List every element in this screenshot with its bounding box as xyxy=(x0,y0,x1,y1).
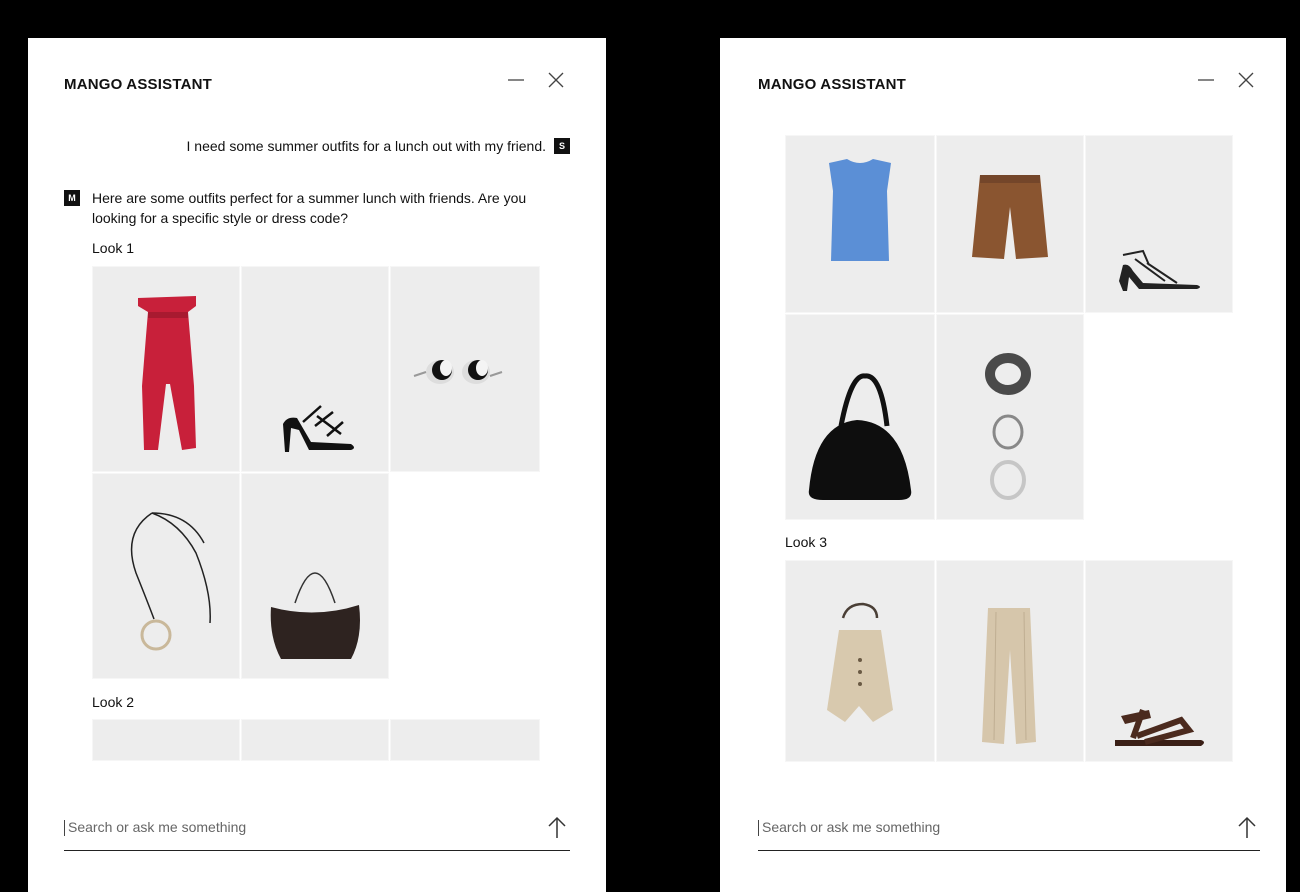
assistant-message: M Here are some outfits perfect for a su… xyxy=(64,188,534,228)
strappy-sandals-image xyxy=(1119,249,1200,291)
assistant-panel-right: MANGO ASSISTANT Look 3 Search or ask me … xyxy=(720,38,1286,892)
user-avatar: S xyxy=(554,138,570,154)
assistant-panel-left: MANGO ASSISTANT I need some summer outfi… xyxy=(28,38,606,892)
product-tile-partial[interactable] xyxy=(390,719,540,761)
product-tile-heeled-sandals[interactable] xyxy=(241,266,389,472)
arrow-up-icon xyxy=(548,816,566,838)
product-tile-blue-top[interactable] xyxy=(785,135,935,313)
necklace-image xyxy=(130,512,211,651)
look-1-label: Look 1 xyxy=(92,240,135,256)
panel-title: MANGO ASSISTANT xyxy=(64,76,212,93)
minimize-button[interactable] xyxy=(1194,68,1218,92)
product-tile-halter-waistcoat[interactable] xyxy=(785,560,935,762)
heeled-sandals-image xyxy=(283,405,354,452)
minimize-icon xyxy=(508,79,524,81)
assistant-avatar: M xyxy=(64,190,80,206)
product-tile-shoulder-bag[interactable] xyxy=(241,473,389,679)
close-icon xyxy=(1238,72,1254,88)
product-tile-bracelets[interactable] xyxy=(936,314,1084,520)
close-button[interactable] xyxy=(1234,68,1258,92)
product-tile-partial[interactable] xyxy=(241,719,389,761)
search-bar xyxy=(64,808,570,851)
minimize-icon xyxy=(1198,79,1214,81)
search-bar xyxy=(758,808,1260,851)
product-tile-necklace[interactable] xyxy=(92,473,240,679)
flat-sandals-image xyxy=(1115,708,1204,746)
product-tile-hobo-bag[interactable] xyxy=(785,314,935,520)
jumpsuit-image xyxy=(138,296,196,450)
product-tile-strappy-sandals[interactable] xyxy=(1085,135,1233,313)
product-tile-red-jumpsuit[interactable] xyxy=(92,266,240,472)
product-tile-flat-sandals[interactable] xyxy=(1085,560,1233,762)
product-tile-earrings[interactable] xyxy=(390,266,540,472)
blue-top-image xyxy=(829,159,891,261)
bracelets-image xyxy=(985,353,1031,500)
brown-shorts-image xyxy=(972,175,1048,259)
assistant-message-text: Here are some outfits perfect for a summ… xyxy=(92,190,527,226)
search-input[interactable] xyxy=(68,816,488,838)
look-3-label: Look 3 xyxy=(785,534,828,550)
pleated-trousers-image xyxy=(982,608,1036,744)
product-tile-partial[interactable] xyxy=(92,719,240,761)
close-button[interactable] xyxy=(544,68,568,92)
user-message-text: I need some summer outfits for a lunch o… xyxy=(186,138,547,154)
earrings-image xyxy=(413,360,503,384)
panel-title: MANGO ASSISTANT xyxy=(758,76,906,93)
search-input[interactable] xyxy=(762,816,1182,838)
user-message: I need some summer outfits for a lunch o… xyxy=(186,138,570,154)
product-tile-pleated-trousers[interactable] xyxy=(936,560,1084,762)
shoulder-bag-image xyxy=(270,572,360,659)
minimize-button[interactable] xyxy=(504,68,528,92)
send-button[interactable] xyxy=(1234,812,1260,842)
text-caret xyxy=(64,820,65,836)
product-tile-brown-shorts[interactable] xyxy=(936,135,1084,313)
halter-waistcoat-image xyxy=(827,602,893,722)
arrow-up-icon xyxy=(1238,816,1256,838)
send-button[interactable] xyxy=(544,812,570,842)
hobo-bag-image xyxy=(808,373,912,500)
text-caret xyxy=(758,820,759,836)
close-icon xyxy=(548,72,564,88)
look-2-label: Look 2 xyxy=(92,694,135,710)
